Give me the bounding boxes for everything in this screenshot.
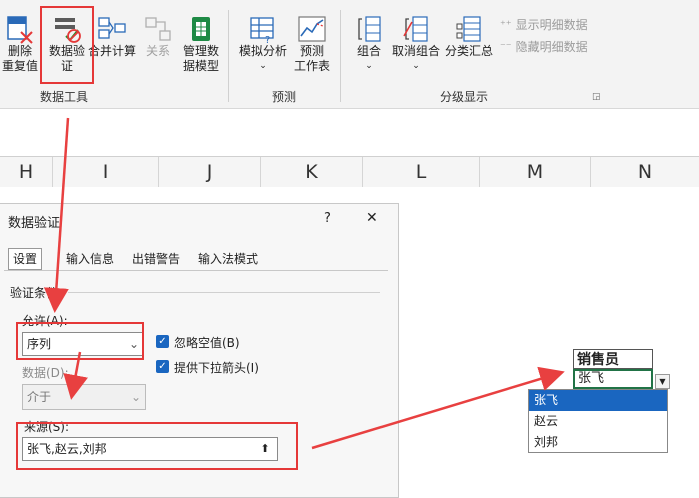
chevron-down-icon: ⌄ xyxy=(259,61,267,71)
column-header-l[interactable]: L xyxy=(363,157,480,187)
close-icon[interactable]: ✕ xyxy=(366,210,378,226)
subtotal-button[interactable]: 分类汇总 xyxy=(442,14,496,59)
ignore-blank-checkbox[interactable]: ✓ xyxy=(156,335,169,348)
relations-icon xyxy=(145,17,171,41)
tab-ime-mode[interactable]: 输入法模式 xyxy=(194,249,262,269)
column-header-h[interactable]: H xyxy=(0,157,53,187)
relations-button[interactable]: 关系 xyxy=(140,14,176,59)
ribbon-separator xyxy=(228,10,229,102)
forecast-sheet-button[interactable]: 预测 工作表 xyxy=(290,14,334,74)
dropdown-item[interactable]: 刘邦 xyxy=(529,432,667,453)
dropdown-arrow-label: 提供下拉箭头(I) xyxy=(174,361,259,375)
consolidate-icon xyxy=(98,17,126,39)
cell-dropdown-button[interactable]: ▼ xyxy=(655,374,670,389)
ignore-blank-label: 忽略空值(B) xyxy=(174,336,240,350)
chevron-down-icon: ⌄ xyxy=(130,390,141,404)
highlight-allow xyxy=(16,322,144,360)
help-button[interactable]: ? xyxy=(324,211,331,226)
blank-band xyxy=(0,108,699,157)
dropdown-item[interactable]: 赵云 xyxy=(529,411,667,432)
what-if-icon: ? xyxy=(250,17,274,44)
column-header-i[interactable]: I xyxy=(53,157,159,187)
show-detail-icon: ⁺⁺ xyxy=(500,18,512,31)
column-header-j[interactable]: J xyxy=(159,157,261,187)
svg-text:?: ? xyxy=(265,35,270,44)
ungroup-button[interactable]: 取消组合 ⌄ xyxy=(390,14,442,74)
group-label-forecast: 预测 xyxy=(272,90,297,104)
header-cell[interactable]: 销售员 xyxy=(573,349,653,369)
highlight-data-validation xyxy=(40,6,94,84)
chevron-down-icon: ⌄ xyxy=(365,61,373,71)
data-label: 数据(D): xyxy=(22,366,69,380)
tab-input-message[interactable]: 输入信息 xyxy=(62,249,118,269)
manage-model-icon xyxy=(192,17,210,41)
tab-error-alert[interactable]: 出错警告 xyxy=(128,249,184,269)
forecast-sheet-icon xyxy=(298,16,326,42)
data-validation-dialog: 数据验证 ? ✕ 设置 输入信息 出错警告 输入法模式 验证条件 允许(A): … xyxy=(0,203,399,498)
column-header-k[interactable]: K xyxy=(261,157,363,187)
ungroup-icon xyxy=(403,16,428,42)
group-button[interactable]: 组合 ⌄ xyxy=(352,14,386,74)
hide-detail-button[interactable]: ⁻⁻ 隐藏明细数据 xyxy=(500,38,588,55)
column-header-m[interactable]: M xyxy=(480,157,591,187)
column-header-n[interactable]: N xyxy=(591,157,699,187)
group-label-outline: 分级显示 xyxy=(440,90,489,104)
remove-duplicates-icon xyxy=(7,16,33,44)
chevron-down-icon: ⌄ xyxy=(412,61,420,71)
section-divider xyxy=(68,292,380,293)
hide-detail-icon: ⁻⁻ xyxy=(500,40,512,53)
active-cell[interactable]: 张飞 xyxy=(573,369,653,389)
column-headers: H I J K L M N xyxy=(0,156,699,188)
group-label-data-tools: 数据工具 xyxy=(40,90,89,104)
tab-underline xyxy=(4,270,388,271)
ribbon: 删除 重复值 数据验 证 合并计算 关系 管理数 据模型 数据工具 ? 模拟分析… xyxy=(0,0,699,108)
group-icon xyxy=(358,16,381,42)
dropdown-arrow-checkbox[interactable]: ✓ xyxy=(156,360,169,373)
remove-duplicates-button[interactable]: 删除 重复值 xyxy=(0,14,40,74)
manage-data-model-button[interactable]: 管理数 据模型 xyxy=(176,14,226,74)
highlight-source xyxy=(16,422,298,470)
dialog-title: 数据验证 xyxy=(8,216,61,231)
subtotal-icon xyxy=(456,16,481,42)
dropdown-list: 张飞 赵云 刘邦 xyxy=(528,389,668,453)
show-detail-button[interactable]: ⁺⁺ 显示明细数据 xyxy=(500,16,588,33)
tab-settings[interactable]: 设置 xyxy=(8,248,43,270)
section-title: 验证条件 xyxy=(10,286,59,300)
dropdown-item[interactable]: 张飞 xyxy=(529,390,667,411)
ribbon-separator xyxy=(340,10,341,102)
dialog-launcher-icon[interactable]: ◲ xyxy=(592,92,601,102)
what-if-analysis-button[interactable]: ? 模拟分析 ⌄ xyxy=(236,14,290,74)
data-select: 介于 ⌄ xyxy=(22,384,146,410)
